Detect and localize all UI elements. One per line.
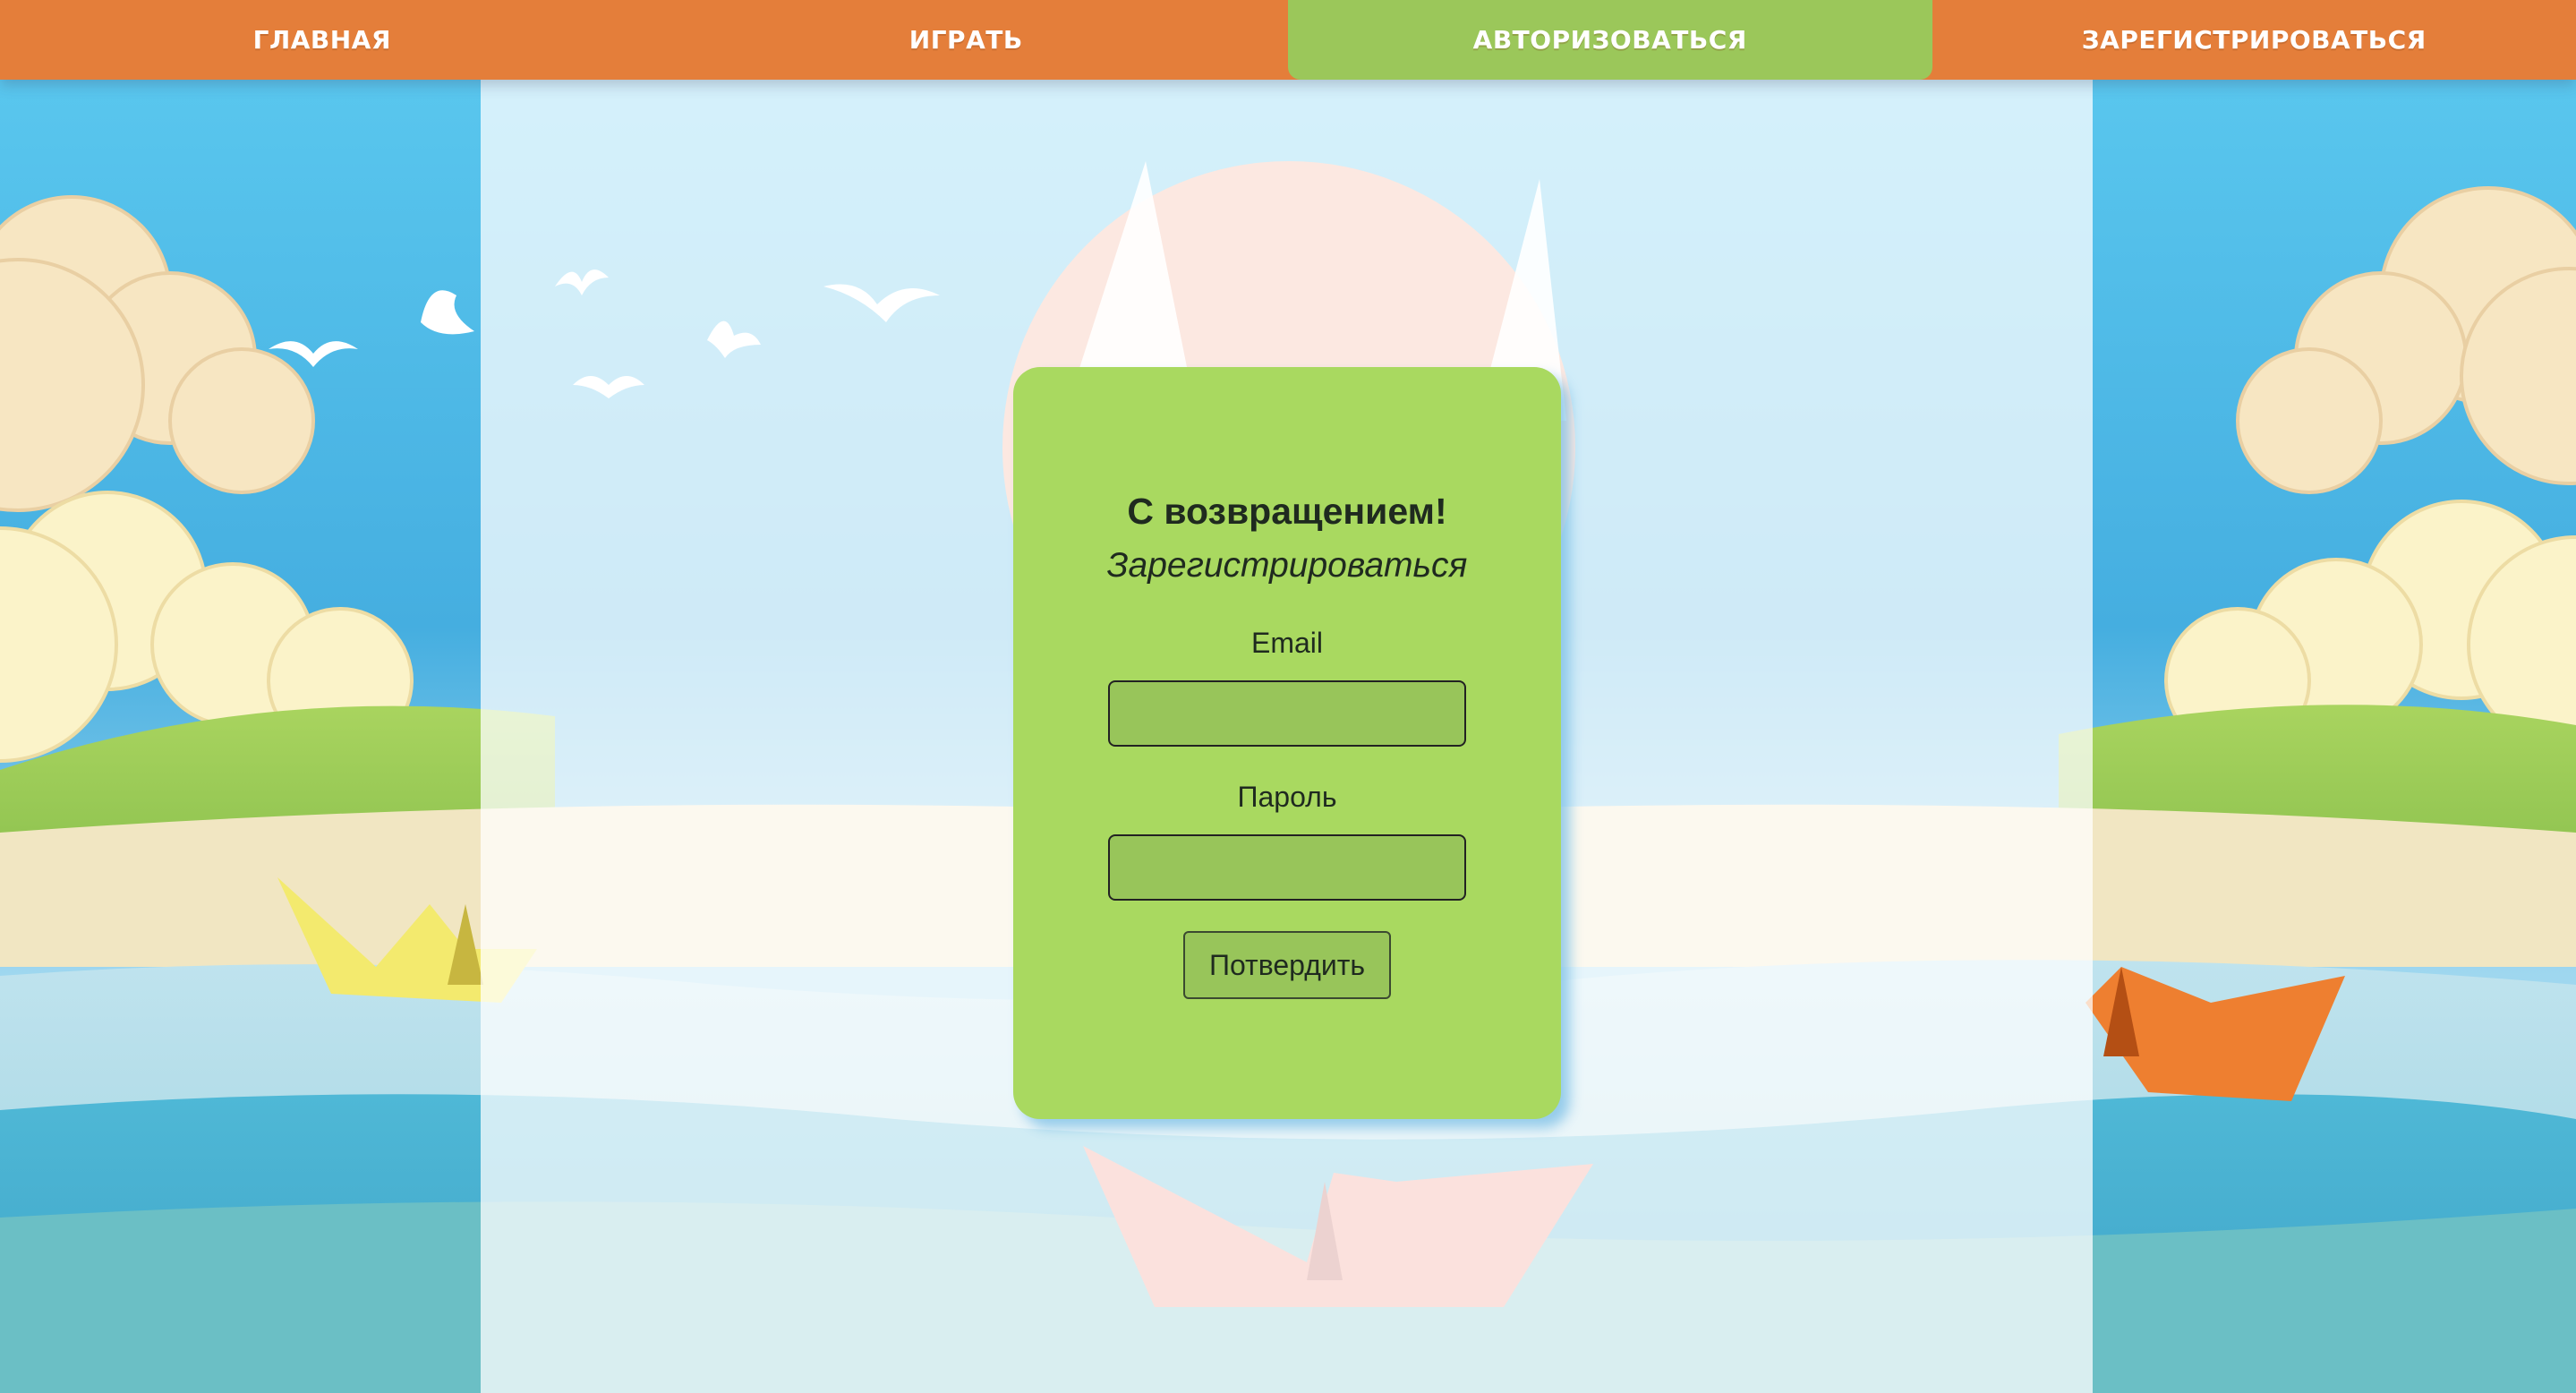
password-label: Пароль [1237, 781, 1337, 813]
login-card: С возвращением! Зарегистрироваться Email… [1013, 367, 1561, 1119]
email-field[interactable] [1108, 680, 1466, 747]
page: Главная Играть Авторизоваться Зарегистри… [0, 0, 2576, 1393]
email-label: Email [1250, 627, 1323, 659]
nav-login[interactable]: Авторизоваться [1288, 0, 1932, 80]
top-navigation: Главная Играть Авторизоваться Зарегистри… [0, 0, 2576, 80]
submit-button[interactable]: Потвердить [1183, 931, 1391, 999]
nav-register[interactable]: Зарегистрироваться [1932, 0, 2576, 80]
login-title: С возвращением! [1127, 491, 1447, 532]
register-link[interactable]: Зарегистрироваться [1013, 546, 1561, 585]
nav-home[interactable]: Главная [0, 0, 644, 80]
nav-play[interactable]: Играть [644, 0, 1289, 80]
password-field[interactable] [1108, 834, 1466, 901]
